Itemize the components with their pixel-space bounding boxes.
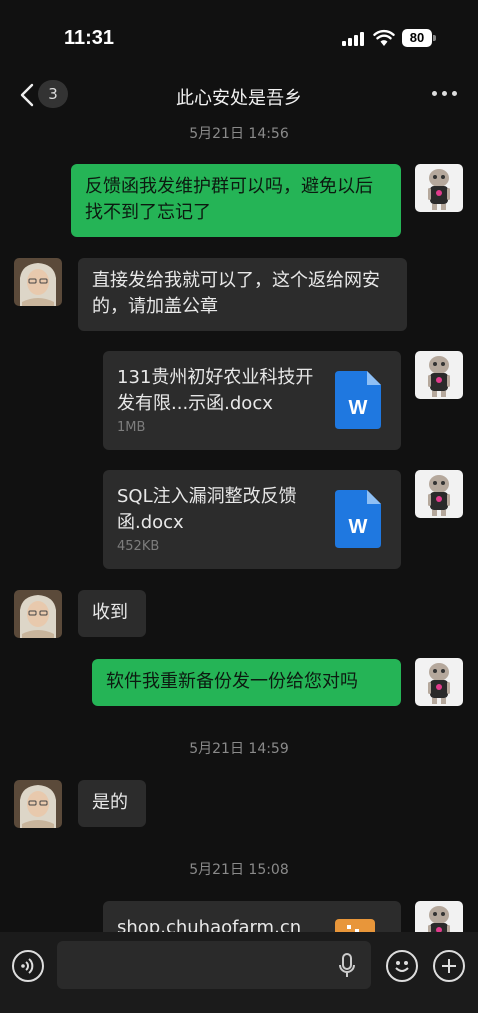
my-avatar[interactable] — [415, 470, 463, 518]
file-size: 452KB — [117, 539, 160, 554]
status-bar: 11:31 80 — [0, 0, 478, 70]
my-avatar[interactable] — [415, 658, 463, 706]
wifi-icon — [373, 29, 395, 46]
battery-indicator: 80 — [402, 29, 432, 47]
contact-avatar[interactable] — [14, 780, 62, 828]
plus-icon[interactable] — [433, 950, 465, 982]
my-avatar[interactable] — [415, 901, 463, 932]
battery-tip — [433, 35, 436, 41]
svg-text:W: W — [349, 516, 368, 538]
link-thumbnail-icon — [335, 919, 375, 932]
word-doc-icon: W — [335, 490, 381, 548]
file-message[interactable]: 131贵州初好农业科技开发有限...示函.docx 1MB W — [103, 351, 401, 450]
timestamp: 5月21日 15:08 — [189, 862, 289, 878]
link-message[interactable]: shop.chuhaofarm.cn — [103, 901, 401, 932]
file-message[interactable]: SQL注入漏洞整改反馈函.docx 452KB W — [103, 470, 401, 569]
link-title: shop.chuhaofarm.cn — [117, 917, 302, 932]
my-avatar[interactable] — [415, 351, 463, 399]
more-dots-icon[interactable] — [432, 91, 458, 97]
incoming-message[interactable]: 直接发给我就可以了，这个返给网安的，请加盖公章 — [78, 258, 407, 331]
outgoing-message[interactable]: 软件我重新备份发一份给您对吗 — [92, 659, 401, 706]
timestamp: 5月21日 14:56 — [189, 126, 289, 142]
incoming-message[interactable]: 收到 — [78, 590, 146, 637]
message-list[interactable]: 5月21日 14:56 反馈函我发维护群可以吗，避免以后找不到了忘记了 直接发给… — [0, 120, 478, 932]
chat-title: 此心安处是吾乡 — [176, 88, 302, 109]
timestamp: 5月21日 14:59 — [189, 741, 289, 757]
file-size: 1MB — [117, 420, 146, 435]
svg-text:W: W — [349, 397, 368, 419]
voice-icon[interactable] — [12, 950, 44, 982]
message-input[interactable] — [57, 941, 371, 989]
emoji-icon[interactable] — [386, 950, 418, 982]
my-avatar[interactable] — [415, 164, 463, 212]
signal-icon — [342, 32, 366, 46]
contact-avatar[interactable] — [14, 258, 62, 306]
mic-icon[interactable] — [338, 953, 356, 979]
file-name: SQL注入漏洞整改反馈函.docx — [117, 486, 297, 533]
clock: 11:31 — [64, 27, 115, 49]
contact-avatar[interactable] — [14, 590, 62, 638]
outgoing-message[interactable]: 反馈函我发维护群可以吗，避免以后找不到了忘记了 — [71, 164, 401, 237]
word-doc-icon: W — [335, 371, 381, 429]
input-bar — [0, 932, 478, 1013]
file-name: 131贵州初好农业科技开发有限...示函.docx — [117, 367, 314, 414]
incoming-message[interactable]: 是的 — [78, 780, 146, 827]
